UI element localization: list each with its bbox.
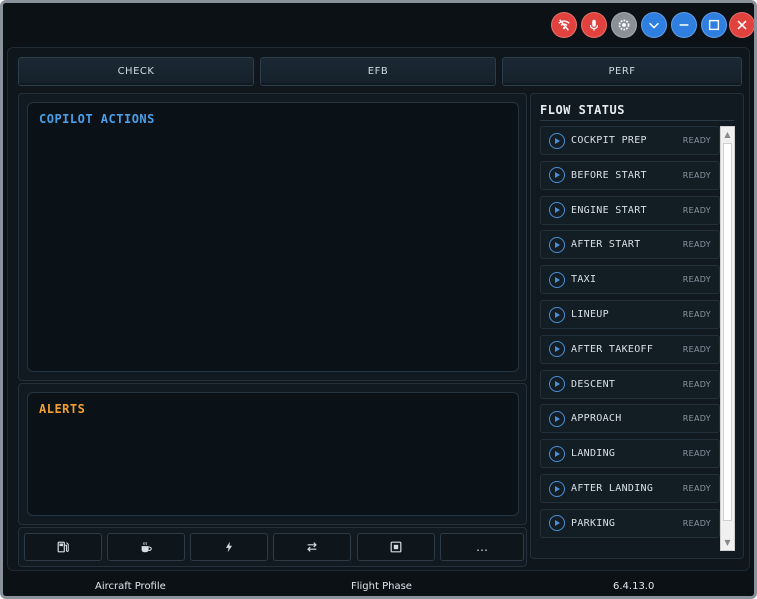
microphone-button[interactable]: [581, 12, 607, 38]
play-icon[interactable]: [549, 132, 565, 149]
collapse-button[interactable]: [641, 12, 667, 38]
flow-status-divider: [540, 120, 734, 121]
settings-icon: [618, 19, 630, 31]
flow-scrollbar[interactable]: ▲ ▼: [720, 126, 735, 551]
coffee-button[interactable]: [107, 533, 185, 561]
flow-item[interactable]: COCKPIT PREP READY: [540, 126, 720, 155]
tab-perf[interactable]: PERF: [502, 57, 742, 86]
play-icon[interactable]: [549, 236, 565, 253]
maximize-icon: [708, 19, 720, 31]
title-bar: [3, 3, 754, 47]
swap-button[interactable]: [273, 533, 351, 561]
play-icon[interactable]: [549, 515, 565, 532]
fuel-button[interactable]: [24, 533, 102, 561]
play-icon[interactable]: [549, 306, 565, 323]
flow-item[interactable]: DESCENT READY: [540, 369, 720, 399]
close-icon: [737, 20, 747, 30]
flow-status-badge: READY: [682, 344, 711, 354]
flow-status-badge: READY: [682, 275, 711, 285]
more-button[interactable]: …: [440, 533, 524, 561]
stop-icon: [390, 541, 402, 553]
chevron-down-icon: [649, 22, 659, 29]
flow-name: PARKING: [571, 517, 616, 529]
tab-efb[interactable]: EFB: [260, 57, 496, 86]
flow-status-badge: READY: [682, 170, 711, 180]
play-icon[interactable]: [549, 341, 565, 358]
flow-name: ENGINE START: [571, 204, 647, 216]
wifi-off-icon: [558, 19, 570, 31]
status-bar: Aircraft Profile Flight Phase 6.4.13.0: [3, 575, 754, 596]
flow-list: COCKPIT PREP READY BEFORE START READY ENGINE…: [540, 126, 720, 548]
flow-status-badge: READY: [682, 310, 711, 319]
flow-item[interactable]: APPROACH READY: [540, 404, 720, 434]
flow-name: LINEUP: [571, 309, 609, 320]
fuel-icon: [57, 541, 69, 553]
play-icon[interactable]: [549, 480, 565, 497]
copilot-actions-area: [27, 102, 519, 372]
flow-item[interactable]: LINEUP READY: [540, 300, 720, 329]
alerts-title: ALERTS: [39, 402, 86, 416]
flow-name: APPROACH: [571, 413, 622, 425]
play-icon[interactable]: [549, 445, 565, 462]
scroll-up-icon[interactable]: ▲: [721, 128, 734, 141]
flow-status-badge: READY: [682, 449, 711, 459]
flow-name: DESCENT: [571, 378, 616, 390]
maximize-button[interactable]: [701, 12, 727, 38]
flow-status-badge: READY: [682, 414, 711, 424]
minimize-icon: [679, 24, 689, 26]
flow-status-title: FLOW STATUS: [540, 103, 625, 117]
flow-status-badge: READY: [682, 240, 711, 250]
coffee-icon: [141, 541, 152, 553]
flow-item[interactable]: AFTER START READY: [540, 230, 720, 260]
scroll-down-icon[interactable]: ▼: [721, 536, 734, 549]
settings-button[interactable]: [611, 12, 637, 38]
flight-phase-label: Flight Phase: [351, 581, 412, 592]
power-button[interactable]: [190, 533, 268, 561]
minimize-button[interactable]: [671, 12, 697, 38]
aircraft-profile-label[interactable]: Aircraft Profile: [95, 581, 166, 592]
flow-item[interactable]: BEFORE START READY: [540, 160, 720, 190]
flow-item[interactable]: AFTER LANDING READY: [540, 474, 720, 503]
flow-item[interactable]: ENGINE START READY: [540, 195, 720, 225]
flow-name: AFTER LANDING: [571, 483, 654, 494]
flow-item[interactable]: PARKING READY: [540, 508, 720, 538]
play-icon[interactable]: [549, 202, 565, 219]
play-icon[interactable]: [549, 167, 565, 184]
flow-name: LANDING: [571, 448, 616, 460]
version-label: 6.4.13.0: [613, 581, 655, 592]
flow-status-badge: READY: [682, 518, 711, 528]
flow-name: AFTER TAKEOFF: [571, 343, 654, 355]
flow-item[interactable]: AFTER TAKEOFF READY: [540, 334, 720, 364]
wifi-off-button[interactable]: [551, 12, 577, 38]
app-window: CHECK EFB PERF COPILOT ACTIONS ALERTS … …: [0, 0, 757, 599]
flow-name: TAXI: [571, 274, 597, 286]
play-icon[interactable]: [549, 376, 565, 393]
flow-status-badge: READY: [682, 205, 711, 215]
more-icon: …: [476, 540, 488, 554]
flow-name: COCKPIT PREP: [571, 135, 647, 146]
scroll-thumb[interactable]: [723, 143, 732, 521]
flow-name: BEFORE START: [571, 169, 647, 181]
flow-name: AFTER START: [571, 239, 641, 251]
flow-status-badge: READY: [682, 379, 711, 389]
close-button[interactable]: [729, 12, 754, 38]
microphone-icon: [589, 19, 599, 31]
play-icon[interactable]: [549, 271, 565, 288]
flow-item[interactable]: TAXI READY: [540, 265, 720, 295]
flow-status-badge: READY: [682, 136, 711, 145]
tab-check[interactable]: CHECK: [18, 57, 254, 86]
flow-status-badge: READY: [682, 484, 711, 493]
flow-item[interactable]: LANDING READY: [540, 439, 720, 469]
stop-button[interactable]: [357, 533, 435, 561]
swap-icon: [307, 542, 317, 552]
copilot-actions-title: COPILOT ACTIONS: [39, 112, 155, 126]
lightning-icon: [225, 541, 233, 553]
alerts-area: [27, 392, 519, 516]
play-icon[interactable]: [549, 410, 565, 427]
